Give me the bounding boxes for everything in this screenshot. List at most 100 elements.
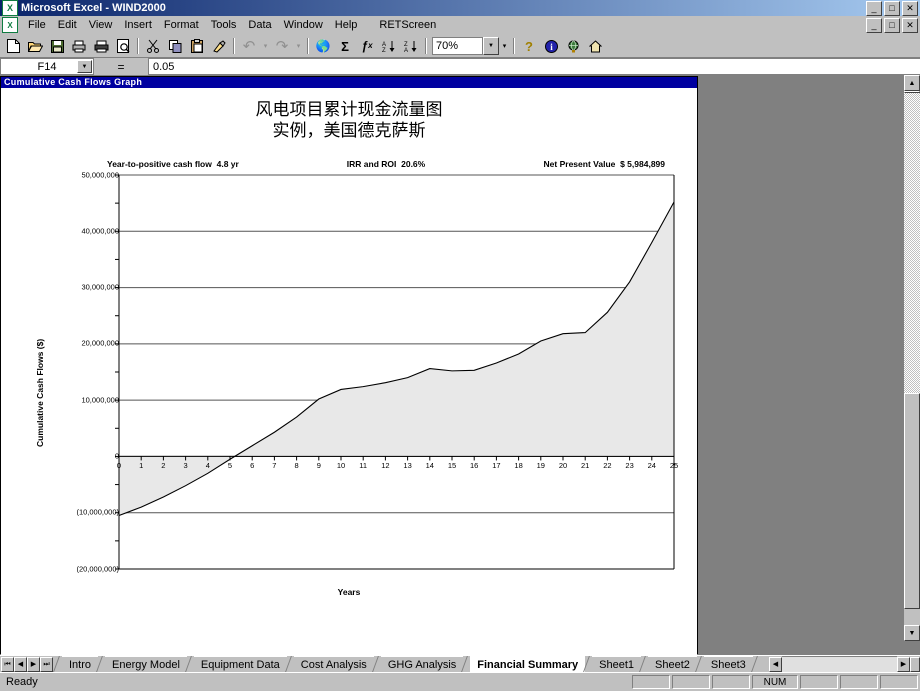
x-axis-tick: 14 bbox=[425, 460, 434, 470]
vertical-scrollbar-thumb-main[interactable] bbox=[904, 393, 920, 609]
kpi-value: 4.8 yr bbox=[216, 158, 239, 169]
print-setup-icon[interactable] bbox=[68, 36, 90, 56]
print-icon[interactable] bbox=[90, 36, 112, 56]
toolbar-overflow-icon[interactable]: ▾ bbox=[499, 36, 510, 56]
new-icon[interactable] bbox=[2, 36, 24, 56]
tab-separator bbox=[287, 656, 294, 672]
vertical-scrollbar-track-upper[interactable] bbox=[904, 93, 920, 393]
menu-view[interactable]: View bbox=[83, 18, 119, 32]
chevron-down-icon[interactable]: ▼ bbox=[77, 60, 92, 73]
sheet-tab-sheet2[interactable]: Sheet2 bbox=[648, 656, 697, 673]
x-axis-tick: 6 bbox=[250, 460, 255, 470]
menu-retscreen[interactable]: RETScreen bbox=[373, 18, 442, 32]
menu-tools[interactable]: Tools bbox=[205, 18, 243, 32]
save-icon[interactable] bbox=[46, 36, 68, 56]
y-axis-title: Cumulative Cash Flows ($) bbox=[35, 338, 45, 447]
standard-toolbar: ↶ ▾ ↷ ▾ 🌎 Σ ƒx AZ ZA 70% ▼ ▾ ? i bbox=[0, 35, 920, 58]
x-axis-tick: 20 bbox=[558, 460, 568, 470]
x-axis-tick: 16 bbox=[470, 460, 479, 470]
tab-separator bbox=[98, 656, 105, 672]
document-minimize-button[interactable]: _ bbox=[866, 17, 882, 33]
y-axis-tick: 0 bbox=[114, 451, 119, 461]
x-axis-tick: 0 bbox=[116, 460, 122, 470]
chart-window: Cumulative Cash Flows Graph 风电项目累计现金流量图 … bbox=[0, 76, 698, 666]
x-axis-tick: 11 bbox=[359, 460, 368, 470]
sheet-tab-ghg-analysis[interactable]: GHG Analysis bbox=[380, 656, 464, 673]
redo-icon[interactable]: ↷ bbox=[271, 36, 293, 56]
what-is-this-icon[interactable]: ? bbox=[518, 36, 540, 56]
web-icon[interactable] bbox=[562, 36, 584, 56]
scroll-down-icon[interactable]: ▼ bbox=[904, 625, 920, 641]
scroll-right-icon[interactable]: ▶ bbox=[897, 656, 910, 672]
tab-separator bbox=[463, 656, 470, 672]
horizontal-scrollbar-track[interactable] bbox=[782, 656, 897, 672]
kpi-row: Year-to-positive cash flow 4.8 yr IRR an… bbox=[1, 159, 697, 169]
menu-help[interactable]: Help bbox=[329, 18, 364, 32]
kpi-year-to-positive-cash-flow: Year-to-positive cash flow 4.8 yr bbox=[19, 159, 293, 169]
previous-sheet-button[interactable]: ◀ bbox=[14, 656, 27, 672]
split-handle[interactable] bbox=[910, 656, 920, 672]
redo-dropdown-icon[interactable]: ▾ bbox=[293, 36, 304, 56]
menu-insert[interactable]: Insert bbox=[118, 18, 158, 32]
format-painter-icon[interactable] bbox=[208, 36, 230, 56]
toolbar-separator bbox=[233, 38, 235, 54]
formula-bar: F14 ▼ = 0.05 bbox=[0, 58, 920, 75]
close-button[interactable]: ✕ bbox=[902, 0, 918, 16]
sheet-tab-intro[interactable]: Intro bbox=[62, 656, 99, 673]
next-sheet-button[interactable]: ▶ bbox=[27, 656, 40, 672]
x-axis-tick: 2 bbox=[161, 460, 166, 470]
tab-separator bbox=[697, 656, 704, 672]
sort-descending-icon[interactable]: ZA bbox=[400, 36, 422, 56]
home-icon[interactable] bbox=[584, 36, 606, 56]
sheet-tab-financial-summary[interactable]: Financial Summary bbox=[470, 656, 586, 673]
document-close-button[interactable]: ✕ bbox=[902, 17, 918, 33]
menu-window[interactable]: Window bbox=[278, 18, 329, 32]
workspace: Cumulative Cash Flows Graph 风电项目累计现金流量图 … bbox=[0, 75, 920, 666]
info-icon[interactable]: i bbox=[540, 36, 562, 56]
vertical-scrollbar[interactable]: ▲ ▼ bbox=[904, 75, 920, 641]
chevron-down-icon[interactable]: ▼ bbox=[483, 37, 499, 55]
horizontal-scrollbar[interactable]: ◀ ▶ bbox=[769, 656, 920, 672]
document-restore-button[interactable]: □ bbox=[884, 17, 900, 33]
x-axis-tick: 15 bbox=[447, 460, 457, 470]
menu-data[interactable]: Data bbox=[242, 18, 277, 32]
paste-icon[interactable] bbox=[186, 36, 208, 56]
first-sheet-button[interactable]: ⏮ bbox=[1, 656, 14, 672]
sheet-tab-cost-analysis[interactable]: Cost Analysis bbox=[293, 656, 374, 673]
insert-hyperlink-icon[interactable]: 🌎 bbox=[312, 36, 334, 56]
formula-equals-button[interactable]: = bbox=[94, 59, 148, 74]
sheet-tab-equipment-data[interactable]: Equipment Data bbox=[193, 656, 287, 673]
kpi-label: Net Present Value bbox=[543, 158, 616, 169]
open-icon[interactable] bbox=[24, 36, 46, 56]
menu-format[interactable]: Format bbox=[158, 18, 205, 32]
copy-icon[interactable] bbox=[164, 36, 186, 56]
cut-icon[interactable] bbox=[142, 36, 164, 56]
plot-wrapper: Cumulative Cash Flows ($) 50,000,000 40,0… bbox=[1, 169, 697, 599]
workbook-icon[interactable]: X bbox=[2, 17, 18, 33]
zoom-input[interactable]: 70% bbox=[432, 37, 483, 55]
minimize-button[interactable]: _ bbox=[866, 0, 882, 16]
print-preview-icon[interactable] bbox=[112, 36, 134, 56]
menu-file[interactable]: File bbox=[22, 18, 52, 32]
maximize-button[interactable]: □ bbox=[884, 0, 900, 16]
scroll-left-icon[interactable]: ◀ bbox=[769, 656, 782, 672]
sheet-tab-energy-model[interactable]: Energy Model bbox=[105, 656, 187, 673]
undo-dropdown-icon[interactable]: ▾ bbox=[260, 36, 271, 56]
toolbar-separator bbox=[513, 38, 515, 54]
status-bar: Ready NUM bbox=[0, 672, 920, 691]
name-box[interactable]: F14 ▼ bbox=[0, 58, 94, 75]
chart-area[interactable]: 风电项目累计现金流量图 实例，美国德克萨斯 Year-to-positive c… bbox=[1, 100, 697, 666]
sheet-tab-sheet1[interactable]: Sheet1 bbox=[592, 656, 642, 673]
sheet-tab-bar: ⏮ ◀ ▶ ⏭ Intro Energy Model Equipment Data C… bbox=[0, 655, 920, 673]
formula-input[interactable]: 0.05 bbox=[148, 58, 920, 75]
sheet-tab-sheet3[interactable]: Sheet3 bbox=[703, 656, 753, 673]
undo-icon[interactable]: ↶ bbox=[238, 36, 260, 56]
autosum-icon[interactable]: Σ bbox=[334, 36, 356, 56]
menu-edit[interactable]: Edit bbox=[52, 18, 83, 32]
scroll-up-icon[interactable]: ▲ bbox=[904, 75, 920, 91]
sort-ascending-icon[interactable]: AZ bbox=[378, 36, 400, 56]
sheet-nav-buttons: ⏮ ◀ ▶ ⏭ bbox=[0, 656, 53, 672]
tab-separator bbox=[374, 656, 381, 672]
last-sheet-button[interactable]: ⏭ bbox=[40, 656, 53, 672]
paste-function-icon[interactable]: ƒx bbox=[356, 36, 378, 56]
